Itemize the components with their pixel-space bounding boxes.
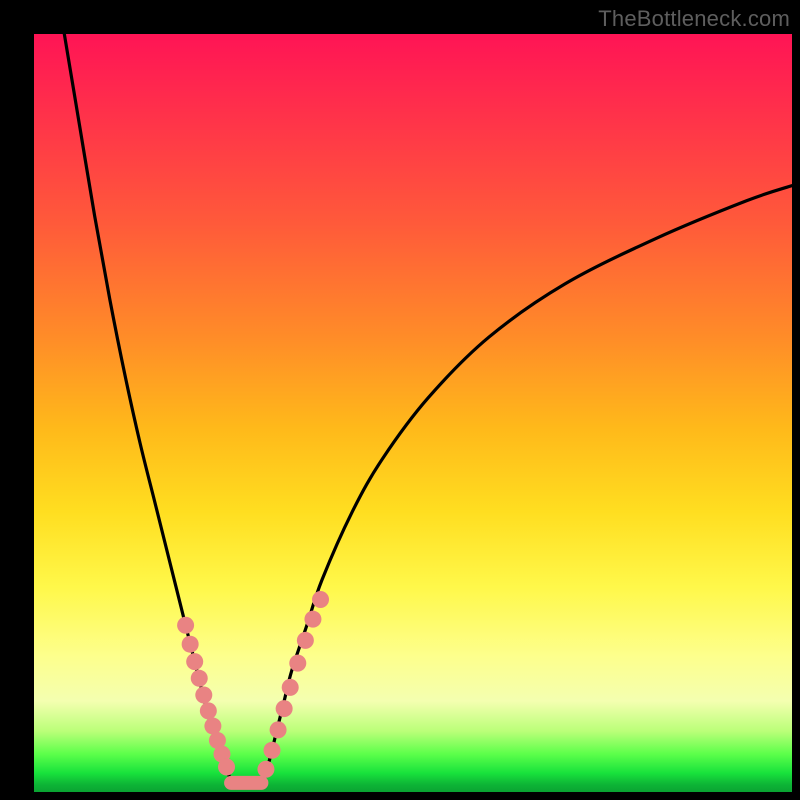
data-dot [218,758,235,775]
chart-frame: TheBottleneck.com [0,0,800,800]
data-dot [282,679,299,696]
data-dot [270,721,287,738]
data-dot [312,591,329,608]
watermark-text: TheBottleneck.com [598,6,790,32]
data-dot [276,700,293,717]
chart-plot-area [34,34,792,792]
data-dot [264,742,281,759]
scatter-dots [177,591,329,778]
data-dot [186,653,203,670]
chart-svg [34,34,792,792]
data-dot [177,617,194,634]
curve-right [261,186,792,781]
data-dot [204,718,221,735]
data-dot [304,611,321,628]
data-dot [297,632,314,649]
curve-left [64,34,231,781]
data-dot [257,761,274,778]
data-dot [195,686,212,703]
data-dot [289,655,306,672]
data-dot [182,636,199,653]
data-dot [191,670,208,687]
data-dot [200,702,217,719]
